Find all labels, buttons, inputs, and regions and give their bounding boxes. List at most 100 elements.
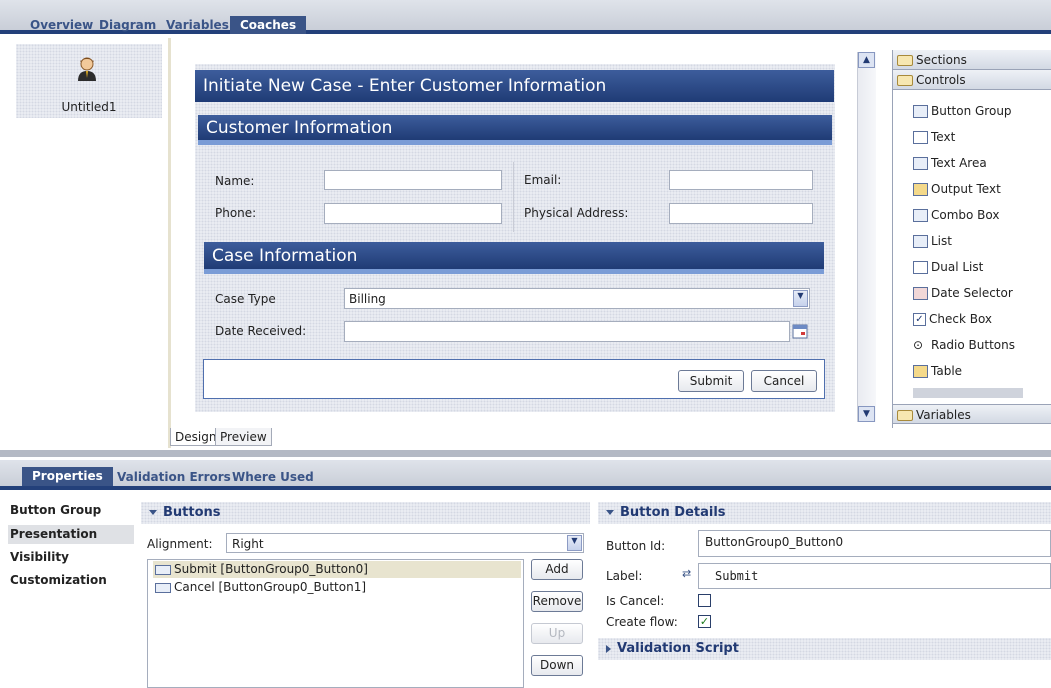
- calendar-icon[interactable]: [792, 323, 808, 339]
- nav-visibility[interactable]: Visibility: [10, 550, 69, 564]
- localize-icon[interactable]: ⇄: [682, 567, 691, 580]
- palette-item-label: Text: [931, 130, 956, 144]
- label-label: Label:: [606, 569, 643, 583]
- palette-overflow-item: [913, 388, 1023, 398]
- name-input[interactable]: [324, 170, 502, 190]
- palette-sections-label: Sections: [916, 53, 967, 67]
- palette-sections-header[interactable]: Sections: [893, 50, 1051, 70]
- nav-presentation[interactable]: Presentation: [8, 525, 134, 544]
- scroll-up-icon[interactable]: ▲: [858, 52, 875, 68]
- is-cancel-checkbox[interactable]: [698, 594, 711, 607]
- chevron-down-icon[interactable]: ▼: [567, 535, 582, 551]
- buttons-section-header[interactable]: Buttons: [141, 502, 590, 524]
- palette-item-combo-box[interactable]: Combo Box: [913, 208, 1000, 222]
- list-item-label: Cancel [ButtonGroup0_Button1]: [174, 580, 367, 594]
- button-id-input[interactable]: ButtonGroup0_Button0: [698, 530, 1051, 557]
- output-text-icon: [913, 183, 928, 196]
- label-value: Submit: [715, 569, 759, 583]
- date-received-input[interactable]: [344, 321, 790, 342]
- tab-coaches[interactable]: Coaches: [230, 16, 307, 34]
- case-section-header: Case Information: [204, 242, 824, 274]
- button-id-label: Button Id:: [606, 539, 666, 553]
- dual-list-icon: [913, 261, 928, 274]
- palette-item-button-group[interactable]: Button Group: [913, 104, 1012, 118]
- add-button[interactable]: Add: [531, 559, 583, 580]
- button-icon: [155, 564, 171, 575]
- list-icon: [913, 235, 928, 248]
- button-icon: [155, 582, 171, 593]
- case-type-select[interactable]: Billing ▼: [344, 288, 810, 309]
- submit-button[interactable]: Submit: [678, 370, 744, 392]
- case-type-value: Billing: [349, 292, 386, 306]
- button-group-icon: [913, 105, 928, 118]
- is-cancel-label: Is Cancel:: [606, 594, 665, 608]
- palette-item-text[interactable]: Text: [913, 130, 955, 144]
- alignment-select[interactable]: Right ▼: [226, 533, 584, 553]
- palette-item-text-area[interactable]: Text Area: [913, 156, 987, 170]
- folder-open-icon: [897, 75, 913, 86]
- tab-preview[interactable]: Preview: [215, 428, 272, 446]
- scroll-down-icon[interactable]: ▼: [858, 406, 875, 422]
- nav-customization[interactable]: Customization: [10, 573, 107, 587]
- list-item-label: Submit [ButtonGroup0_Button0]: [174, 562, 368, 576]
- canvas-scrollbar[interactable]: [857, 52, 876, 422]
- palette-panel: Sections Controls Button Group Text Text…: [892, 50, 1051, 428]
- date-received-label: Date Received:: [215, 324, 307, 338]
- coach-title: Initiate New Case - Enter Customer Infor…: [195, 70, 834, 102]
- palette-item-label: Dual List: [931, 260, 984, 274]
- button-id-value: ButtonGroup0_Button0: [705, 535, 844, 549]
- phone-label: Phone:: [215, 206, 257, 220]
- create-flow-label: Create flow:: [606, 615, 678, 629]
- palette-item-radio-buttons[interactable]: ⊙ Radio Buttons: [913, 338, 1015, 352]
- palette-variables-header[interactable]: Variables: [893, 404, 1051, 424]
- move-up-button[interactable]: Up: [531, 623, 583, 644]
- nav-button-group[interactable]: Button Group: [10, 503, 101, 517]
- palette-item-list[interactable]: List: [913, 234, 952, 248]
- tab-variables[interactable]: Variables: [166, 18, 229, 34]
- buttons-section-title: Buttons: [163, 505, 221, 520]
- move-down-button[interactable]: Down: [531, 655, 583, 676]
- properties-tab-bar: Properties Validation Errors Where Used: [0, 460, 1051, 490]
- palette-item-date-selector[interactable]: Date Selector: [913, 286, 1013, 300]
- button-details-title: Button Details: [620, 505, 726, 520]
- tab-properties[interactable]: Properties: [22, 467, 113, 486]
- customer-section-header: Customer Information: [198, 115, 832, 145]
- remove-button[interactable]: Remove: [531, 591, 583, 612]
- tab-where-used[interactable]: Where Used: [232, 470, 314, 484]
- editor-tab-bar: Overview Diagram Variables Coaches: [0, 0, 1051, 34]
- palette-item-label: Check Box: [929, 312, 993, 326]
- label-input[interactable]: Submit: [698, 563, 1051, 589]
- palette-item-label: Table: [931, 364, 963, 378]
- person-icon: [76, 56, 98, 82]
- button-details-section-header[interactable]: Button Details: [598, 502, 1051, 524]
- table-icon: [913, 365, 928, 378]
- collapse-icon: [149, 510, 157, 515]
- list-item[interactable]: Cancel [ButtonGroup0_Button1]: [153, 579, 521, 596]
- phone-input[interactable]: [324, 203, 502, 224]
- checkbox-icon: ✓: [913, 313, 926, 326]
- palette-item-output-text[interactable]: Output Text: [913, 182, 1001, 196]
- list-item[interactable]: Submit [ButtonGroup0_Button0]: [153, 561, 521, 578]
- chevron-down-icon[interactable]: ▼: [793, 290, 808, 307]
- palette-controls-header[interactable]: Controls: [893, 70, 1051, 90]
- alignment-label: Alignment:: [147, 537, 213, 551]
- palette-item-dual-list[interactable]: Dual List: [913, 260, 983, 274]
- create-flow-checkbox[interactable]: ✓: [698, 615, 711, 628]
- folder-icon: [897, 55, 913, 66]
- palette-item-label: Button Group: [931, 104, 1012, 118]
- calendar-icon: [913, 287, 928, 300]
- tab-validation-errors[interactable]: Validation Errors: [117, 470, 231, 484]
- tab-overview[interactable]: Overview: [30, 18, 93, 34]
- panel-separator[interactable]: [0, 450, 1051, 457]
- address-input[interactable]: [669, 203, 813, 224]
- palette-item-table[interactable]: Table: [913, 364, 962, 378]
- expand-icon: [606, 644, 611, 653]
- palette-item-check-box[interactable]: ✓ Check Box: [913, 312, 992, 326]
- radio-icon: ⊙: [913, 338, 924, 352]
- tab-design[interactable]: Design: [170, 428, 222, 446]
- tab-diagram[interactable]: Diagram: [99, 18, 156, 34]
- cancel-button[interactable]: Cancel: [751, 370, 817, 392]
- validation-script-title: Validation Script: [617, 641, 739, 656]
- email-input[interactable]: [669, 170, 813, 190]
- validation-script-header[interactable]: Validation Script: [598, 638, 1051, 660]
